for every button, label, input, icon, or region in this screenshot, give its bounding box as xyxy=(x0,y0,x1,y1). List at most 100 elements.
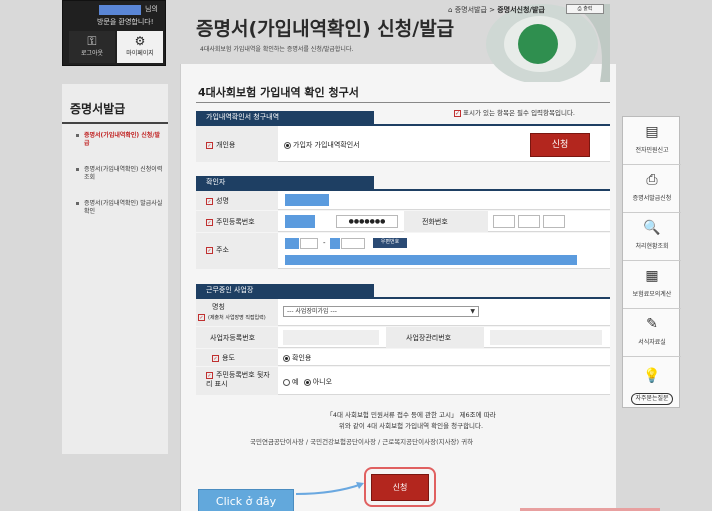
form-icon: ✎ xyxy=(646,316,658,332)
zip-dash: - xyxy=(323,239,326,247)
breadcrumb-item[interactable]: 증명서발급 xyxy=(455,6,487,14)
option-text: 가입자 가입내역확인서 xyxy=(293,141,360,149)
breadcrumb-current: 증명서신청/발급 xyxy=(497,6,545,14)
apply-button-bottom[interactable]: 신청 xyxy=(371,474,429,501)
label-cell xyxy=(196,349,278,366)
required-mark-icon: ✓ xyxy=(212,354,219,362)
radio-yes[interactable] xyxy=(283,378,290,386)
workplace-select[interactable]: --- 사업장미가입 --- ▼ xyxy=(283,306,479,317)
zip-input-1[interactable] xyxy=(300,238,318,249)
row-name: ✓ 성명 xyxy=(196,191,610,210)
workplace-select-value: --- 사업장미가입 --- xyxy=(287,308,337,315)
label-biz-no: 사업자등록번호 xyxy=(210,334,256,342)
mgmt-no-field xyxy=(490,330,602,345)
quick-menu-calculator[interactable]: ▦ 보험료모의계산 xyxy=(623,261,681,309)
label-phone: 전화번호 xyxy=(422,218,448,226)
masked-rrn-front xyxy=(285,215,315,228)
page-title: 증명서(가입내역확인) 신청/발급 xyxy=(196,18,455,40)
menu-item-history[interactable]: 증명서(가입내역확인) 신청이력 조회 xyxy=(76,166,164,182)
quick-menu-status[interactable]: 🔍 처리현황조회 xyxy=(623,213,681,261)
zip-search-button[interactable]: 우편번호 xyxy=(373,238,407,248)
zip-input-2[interactable] xyxy=(341,238,365,249)
header-decoration-graphic xyxy=(486,4,610,82)
option-text: 확인용 xyxy=(292,354,312,362)
required-mark-icon: ✓ xyxy=(206,371,213,379)
phone-input-1[interactable] xyxy=(493,215,515,228)
notice-line-2: 위와 같이 4대 사회보험 가입내역 확인을 청구합니다. xyxy=(338,422,484,430)
masked-address xyxy=(285,255,577,265)
section-head-workplace: 근무중인 사업장 xyxy=(196,284,374,297)
print-button[interactable]: ⎙ 출력 xyxy=(566,4,604,14)
masked-username xyxy=(99,5,141,15)
welcome-text: 방문을 환영합니다! xyxy=(97,18,154,26)
radio-selected[interactable] xyxy=(283,354,290,362)
form-title: 4대사회보험 가입내역 확인 청구서 xyxy=(198,86,359,99)
home-icon[interactable]: ⌂ xyxy=(448,6,452,14)
quick-menu-e-complaint[interactable]: ▤ 전자민원신고 xyxy=(623,117,681,165)
radio-no[interactable] xyxy=(303,378,311,386)
quick-menu-label: 보험료모의계산 xyxy=(632,291,672,298)
logout-label: 로그아웃 xyxy=(80,50,104,57)
left-menu: 증명서발급 증명서(가입내역확인) 신청/발급 증명서(가입내역확인) 신청이력… xyxy=(62,84,168,454)
label-text: (제출처 사업장명 직접입력) xyxy=(208,315,266,321)
chevron-down-icon: ▼ xyxy=(470,308,475,315)
document-icon: ▤ xyxy=(645,124,659,140)
phone-input-3[interactable] xyxy=(543,215,565,228)
section-head-request: 가입내역확인서 청구내역 xyxy=(196,111,374,124)
label-workplace: 명칭 xyxy=(212,303,225,311)
divider xyxy=(196,102,610,103)
required-mark-icon: ✓ xyxy=(206,141,213,149)
phone-input-2[interactable] xyxy=(518,215,540,228)
notice-line-1: 「4대 사회보험 민원서류 접수 등에 관한 고시」 제6조에 따라 xyxy=(326,411,496,419)
option-yes-text: 예 xyxy=(292,378,299,386)
gear-icon: ⚙ xyxy=(134,34,146,48)
quick-menu-forms[interactable]: ✎ 서식자료실 xyxy=(623,309,681,357)
mypage-label: 마이페이지 xyxy=(126,50,154,57)
masked-zip-1 xyxy=(285,238,299,249)
quick-menu-faq[interactable]: 💡 자주묻는질문 xyxy=(623,357,681,409)
section-applicant: 확인자 xyxy=(196,176,610,191)
menu-item-verify[interactable]: 증명서(가입내역확인) 발급사실 확인 xyxy=(76,200,164,216)
masked-zip-2 xyxy=(330,238,340,249)
logout-button[interactable]: ⚿ 로그아웃 xyxy=(69,31,115,63)
row-biz-numbers: 사업자등록번호 사업장관리번호 xyxy=(196,327,610,348)
organizations: 국민연금공단이사장 / 국민건강보험공단이사장 / 근로복지공단이사장(지사장)… xyxy=(250,438,474,446)
label-text: 개인용 xyxy=(216,141,236,149)
quick-menu-certificate[interactable]: ⎙ 증명서발급신청 xyxy=(623,165,681,213)
section-head-applicant: 확인자 xyxy=(196,176,374,189)
row-rrn-display: ✓ 주민등록번호 뒷자리 표시 예 아니오 xyxy=(196,367,610,395)
calculator-icon: ▦ xyxy=(645,268,659,284)
row-rrn: ✓ 주민등록번호 ●●●●●●● 전화번호 xyxy=(196,211,610,232)
row-workplace: 명칭 ✓ (제출처 사업장명 직접입력) --- 사업장미가입 --- ▼ xyxy=(196,299,610,326)
quick-menu-label: 처리현황조회 xyxy=(635,243,669,250)
label-text: 성명 xyxy=(216,197,229,205)
divider xyxy=(62,122,168,124)
label-rrn-display: ✓ 주민등록번호 뒷자리 표시 xyxy=(206,371,276,389)
section-request: 가입내역확인서 청구내역 xyxy=(196,111,610,126)
quick-menu: ▤ 전자민원신고 ⎙ 증명서발급신청 🔍 처리현황조회 ▦ 보험료모의계산 ✎ … xyxy=(622,116,681,409)
legal-notice: 「4대 사회보험 민원서류 접수 등에 관한 고시」 제6조에 따라 위와 같이… xyxy=(280,410,542,432)
print-label: 출력 xyxy=(583,6,593,12)
quick-menu-label: 증명서발급신청 xyxy=(632,195,672,202)
radio-selected[interactable] xyxy=(284,141,291,149)
menu-item-apply[interactable]: 증명서(가입내역확인) 신청/발급 xyxy=(76,132,164,148)
rrn-masked-field[interactable]: ●●●●●●● xyxy=(336,215,398,228)
required-mark-icon: ✓ xyxy=(206,218,213,226)
label-mgmt-no: 사업장관리번호 xyxy=(406,334,452,342)
label-text: 주민등록번호 뒷자리 표시 xyxy=(206,371,270,388)
mypage-button[interactable]: ⚙ 마이페이지 xyxy=(117,31,163,63)
label-rrn: ✓ 주민등록번호 xyxy=(206,217,255,227)
label-workplace-sub: ✓ (제출처 사업장명 직접입력) xyxy=(198,314,266,321)
breadcrumb: ⌂ 증명서발급 > 증명서신청/발급 xyxy=(448,6,545,14)
page-subtitle: 4대사회보험 가입내역을 확인하는 증명서를 신청/발급합니다. xyxy=(200,46,354,53)
option-member-certificate[interactable]: 가입자 가입내역확인서 xyxy=(284,140,360,150)
rrn-display-options: 예 아니오 xyxy=(283,377,332,387)
label-text: 용도 xyxy=(222,354,235,362)
label-personal: ✓ 개인용 xyxy=(206,140,235,150)
arrow-icon xyxy=(295,482,364,495)
option-purpose-confirm[interactable]: 확인용 xyxy=(283,353,311,363)
printer-icon: ⎙ xyxy=(577,6,582,12)
label-cell xyxy=(196,299,278,326)
option-no-text: 아니오 xyxy=(312,378,333,386)
apply-button-top[interactable]: 신청 xyxy=(530,133,590,157)
